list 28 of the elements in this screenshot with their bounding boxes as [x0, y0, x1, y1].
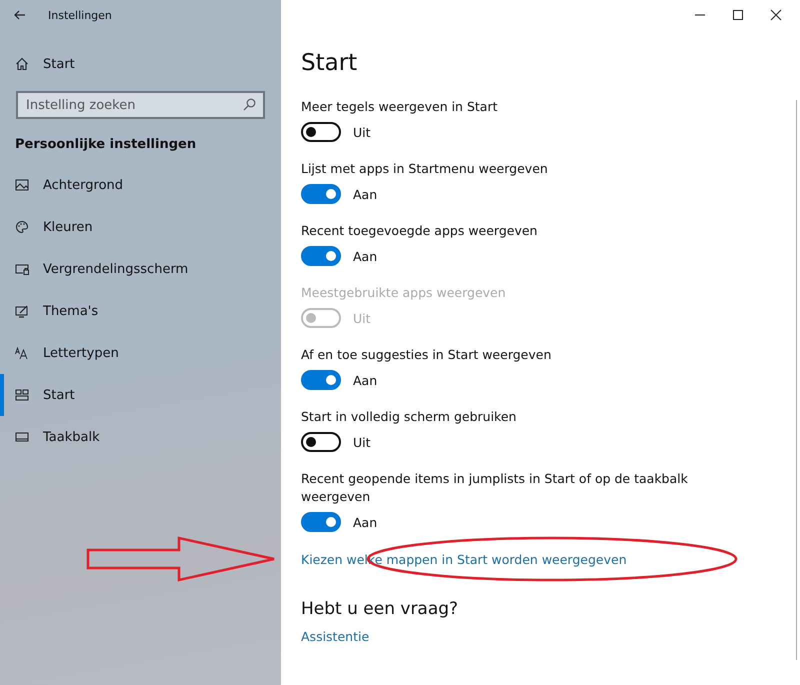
home-link[interactable]: Start: [0, 43, 281, 85]
nav-item[interactable]: Kleuren: [0, 206, 281, 248]
setting-label: Lijst met apps in Startmenu weergeven: [301, 160, 549, 178]
nav-item[interactable]: Thema's: [0, 290, 281, 332]
setting-label: Af en toe suggesties in Start weergeven: [301, 346, 552, 364]
nav-item[interactable]: Vergrendelingsscherm: [0, 248, 281, 290]
setting-label: Recent toegevoegde apps weergeven: [301, 222, 538, 240]
setting-label: Meestgebruikte apps weergeven: [301, 284, 507, 302]
nav-item[interactable]: Start: [0, 374, 281, 416]
search-field[interactable]: Instelling zoeken: [16, 91, 265, 119]
window-title: Instellingen: [48, 8, 112, 22]
toggle-state: Aan: [353, 186, 378, 202]
toggle-state: Aan: [353, 514, 378, 530]
setting-label: Start in volledig scherm gebruiken: [301, 408, 518, 426]
page-title: Start: [301, 50, 358, 78]
nav-item[interactable]: Taakbalk: [0, 416, 281, 458]
help-link[interactable]: Assistentie: [301, 629, 370, 644]
toggle-state: Uit: [353, 124, 371, 140]
help-heading: Hebt u een vraag?: [301, 599, 460, 619]
section-heading: Persoonlijke instellingen: [14, 136, 198, 154]
toggle-state: Uit: [353, 434, 371, 450]
setting-label: Meer tegels weergeven in Start: [301, 98, 498, 116]
nav-item[interactable]: Lettertypen: [0, 332, 281, 374]
setting-label: Recent geopende items in jumplists in Start of op de taakbalk weergeven: [301, 470, 689, 506]
toggle-state: Aan: [353, 372, 378, 388]
toggle-state: Uit: [353, 310, 371, 326]
nav-item[interactable]: Achtergrond: [0, 164, 281, 206]
toggle-state: Aan: [353, 248, 378, 264]
